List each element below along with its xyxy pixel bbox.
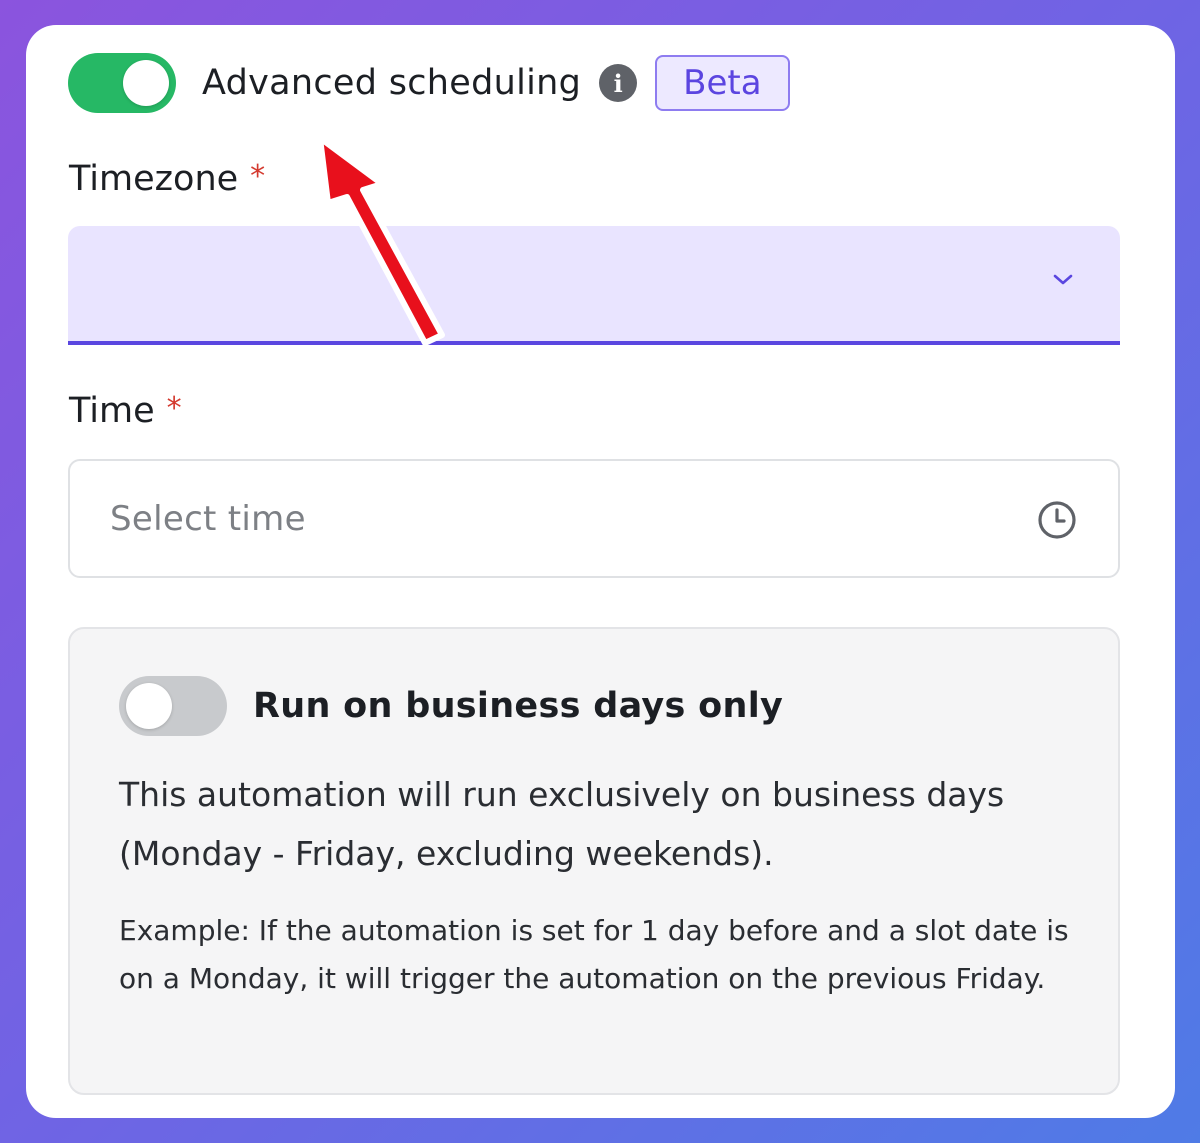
info-icon[interactable]: i: [599, 64, 638, 102]
advanced-scheduling-label: Advanced scheduling: [202, 63, 582, 103]
toggle-knob: [123, 60, 169, 106]
beta-badge: Beta: [655, 55, 790, 111]
timezone-select[interactable]: [68, 226, 1120, 345]
business-days-description: This automation will run exclusively on …: [119, 775, 1005, 873]
timezone-label-text: Timezone: [69, 159, 239, 199]
chevron-down-icon: [1053, 274, 1073, 285]
required-asterisk: *: [250, 159, 266, 194]
advanced-scheduling-toggle[interactable]: [68, 53, 176, 113]
business-days-example: Example: If the automation is set for 1 …: [119, 914, 1069, 995]
business-days-row: Run on business days only: [119, 676, 783, 736]
business-days-label: Run on business days only: [253, 686, 784, 726]
timezone-label: Timezone *: [69, 159, 265, 199]
time-label-text: Time: [69, 391, 155, 431]
required-asterisk: *: [166, 391, 182, 426]
business-days-panel: Run on business days only This automatio…: [68, 627, 1120, 1095]
advanced-scheduling-row: Advanced scheduling i Beta: [68, 53, 790, 113]
toggle-knob: [126, 683, 172, 729]
scheduling-card: Advanced scheduling i Beta Timezone * Tim…: [26, 25, 1175, 1118]
business-days-toggle[interactable]: [119, 676, 227, 736]
time-input[interactable]: [108, 497, 912, 540]
clock-icon[interactable]: [1036, 499, 1078, 541]
time-label: Time *: [69, 391, 182, 431]
time-field[interactable]: [68, 459, 1120, 578]
